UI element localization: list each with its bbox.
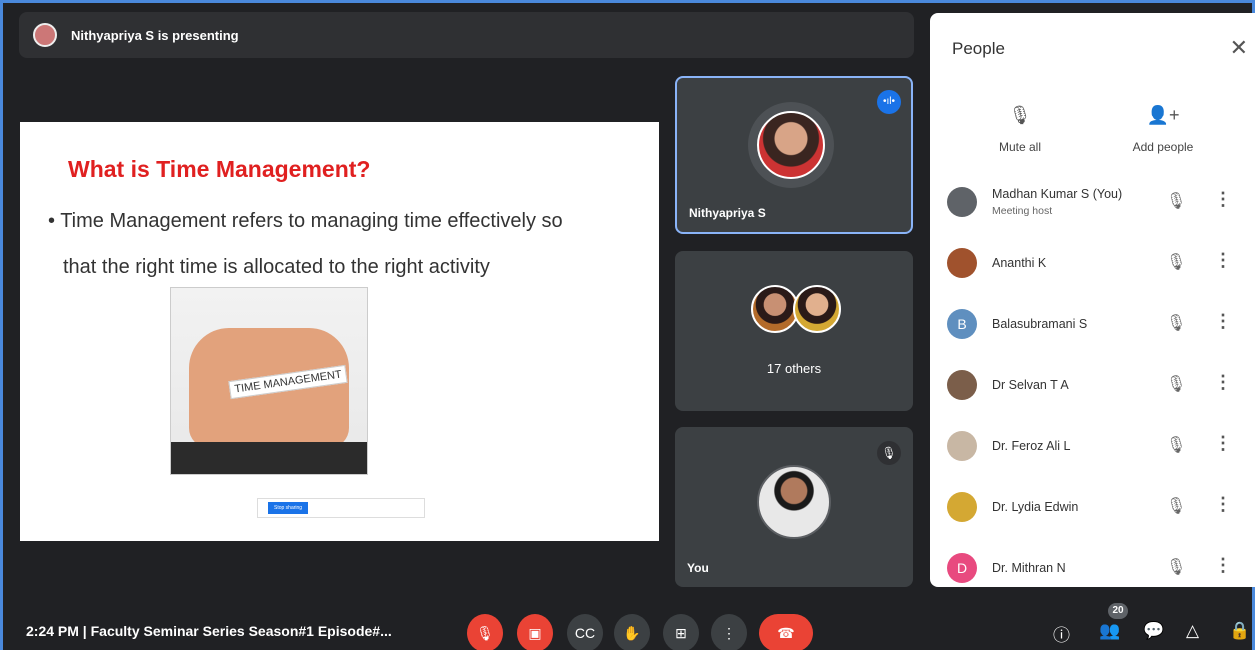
sharing-bar: Stop sharing	[257, 498, 425, 518]
more-vert-icon[interactable]: ⋮	[1214, 311, 1232, 332]
avatar: B	[947, 309, 977, 339]
speaking-indicator-icon: •ıl•	[877, 90, 901, 114]
participant-count-badge: 20	[1108, 603, 1128, 619]
presenting-text: Nithyapriya S is presenting	[71, 27, 239, 43]
add-person-icon: 👤+	[1146, 105, 1180, 125]
stop-sharing-button[interactable]: Stop sharing	[268, 502, 309, 514]
participant-row[interactable]: Dr. Lydia Edwin 🎙 ⋮	[930, 480, 1255, 541]
chat-icon[interactable]: 💬	[1143, 621, 1164, 641]
close-icon[interactable]: ✕	[1230, 35, 1248, 61]
shared-slide: What is Time Management? • Time Manageme…	[20, 122, 659, 541]
avatar	[947, 492, 977, 522]
participant-row[interactable]: Madhan Kumar S (You) Meeting host 🎙 ⋮	[930, 175, 1255, 236]
bottom-bar: 2:24 PM | Faculty Seminar Series Season#…	[3, 603, 1255, 650]
captions-button[interactable]: CC	[567, 614, 603, 650]
avatar	[947, 431, 977, 461]
people-icon[interactable]: 👥	[1099, 621, 1120, 641]
self-avatar	[757, 465, 831, 539]
participant-row[interactable]: Dr Selvan T A 🎙 ⋮	[930, 358, 1255, 419]
raise-hand-button[interactable]: ✋	[614, 614, 650, 650]
people-panel: People ✕ 🎙 Mute all 👤+ Add people Madhan…	[930, 13, 1255, 587]
more-options-button[interactable]: ⋮	[711, 614, 747, 650]
avatar	[947, 248, 977, 278]
more-vert-icon[interactable]: ⋮	[1214, 555, 1232, 576]
end-call-button[interactable]: ☎	[759, 614, 813, 650]
slide-bullet-2: that the right time is allocated to the …	[63, 256, 490, 278]
host-controls-icon[interactable]: 🔒	[1229, 621, 1250, 641]
mic-off-icon[interactable]: 🎙	[1166, 191, 1186, 211]
mic-off-icon: 🎙	[1008, 105, 1032, 125]
slide-bullet-1: • Time Management refers to managing tim…	[48, 210, 563, 232]
more-vert-icon[interactable]: ⋮	[1214, 433, 1232, 454]
panel-title: People	[952, 39, 1005, 58]
slide-image: TIME MANAGEMENT	[170, 287, 368, 475]
presenter-tile[interactable]: •ıl• Nithyapriya S	[675, 76, 913, 234]
mic-off-icon[interactable]: 🎙	[1166, 252, 1186, 272]
mic-off-icon: 🎙	[877, 441, 901, 465]
others-count: 17 others	[766, 361, 822, 376]
participant-row[interactable]: D Dr. Mithran N 🎙 ⋮	[930, 541, 1255, 602]
presenter-avatar	[33, 23, 57, 47]
avatar: D	[947, 553, 977, 583]
info-icon[interactable]: ⓘ	[1053, 621, 1070, 646]
presenter-name: Nithyapriya S	[689, 206, 766, 220]
presenter-avatar-large	[757, 111, 825, 179]
mute-all-button[interactable]: 🎙 Mute all	[975, 105, 1065, 154]
slide-title: What is Time Management?	[68, 156, 371, 182]
mic-off-icon[interactable]: 🎙	[1166, 557, 1186, 577]
avatar	[947, 187, 977, 217]
mic-off-icon[interactable]: 🎙	[1166, 435, 1186, 455]
participant-row[interactable]: Dr. Feroz Ali L 🎙 ⋮	[930, 419, 1255, 480]
avatar	[947, 370, 977, 400]
others-avatar-1	[751, 285, 799, 333]
participant-row[interactable]: B Balasubramani S 🎙 ⋮	[930, 297, 1255, 358]
self-tile[interactable]: 🎙 You	[675, 427, 913, 587]
participant-row[interactable]: Ananthi K 🎙 ⋮	[930, 236, 1255, 297]
mic-off-icon[interactable]: 🎙	[1166, 313, 1186, 333]
mic-off-icon[interactable]: 🎙	[1166, 374, 1186, 394]
more-vert-icon[interactable]: ⋮	[1214, 189, 1232, 210]
more-vert-icon[interactable]: ⋮	[1214, 494, 1232, 515]
mic-toggle-button[interactable]: 🎙	[467, 614, 503, 650]
more-vert-icon[interactable]: ⋮	[1214, 372, 1232, 393]
mic-off-icon[interactable]: 🎙	[1166, 496, 1186, 516]
self-label: You	[687, 561, 709, 575]
meeting-info: 2:24 PM | Faculty Seminar Series Season#…	[26, 623, 392, 639]
others-tile[interactable]: 17 others	[675, 251, 913, 411]
present-button[interactable]: ⊞	[663, 614, 699, 650]
camera-toggle-button[interactable]: ▣	[517, 614, 553, 650]
presenting-banner: Nithyapriya S is presenting	[19, 12, 914, 58]
more-vert-icon[interactable]: ⋮	[1214, 250, 1232, 271]
participant-list: Madhan Kumar S (You) Meeting host 🎙 ⋮ An…	[930, 175, 1255, 602]
activities-icon[interactable]: △	[1186, 621, 1199, 641]
others-avatar-2	[793, 285, 841, 333]
add-people-button[interactable]: 👤+ Add people	[1118, 105, 1208, 154]
